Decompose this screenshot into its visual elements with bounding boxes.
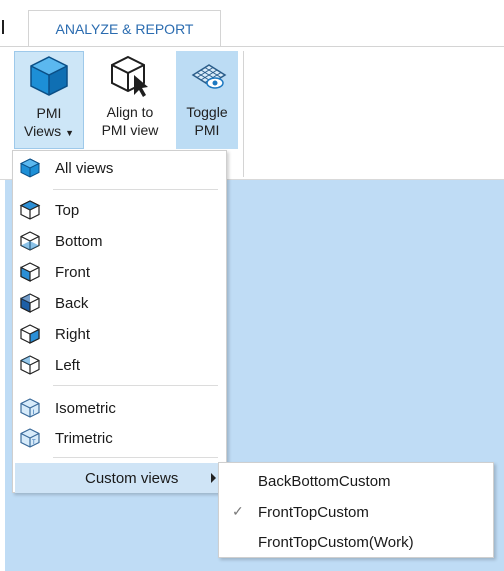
trimetric-label: Trimetric bbox=[55, 429, 113, 447]
menu-item-custom-views[interactable]: Custom views bbox=[15, 463, 224, 493]
right-label: Right bbox=[55, 325, 91, 343]
menu-item-right[interactable]: Right bbox=[15, 319, 224, 349]
menu-separator bbox=[53, 189, 218, 190]
front-view-cube-icon bbox=[20, 262, 40, 282]
toggle-pmi-button[interactable]: Toggle PMI bbox=[176, 51, 238, 149]
trimetric-cube-icon: T bbox=[20, 428, 40, 448]
right-view-cube-icon bbox=[20, 324, 40, 344]
top-view-cube-icon bbox=[19, 200, 41, 220]
front-label: Front bbox=[55, 263, 91, 281]
custom-views-label: Custom views bbox=[85, 469, 179, 487]
menu-separator bbox=[53, 385, 218, 386]
dropdown-caret-icon: ▼ bbox=[65, 128, 74, 138]
menu-item-all-views[interactable]: All views bbox=[15, 153, 224, 183]
toggle-label-2: PMI bbox=[194, 122, 220, 138]
menu-item-left[interactable]: Left bbox=[15, 350, 224, 380]
align-label-2: PMI view bbox=[101, 122, 159, 138]
fronttopcustom-work-label: FrontTopCustom(Work) bbox=[258, 533, 414, 551]
left-view-cube-icon bbox=[20, 355, 40, 375]
pmi-views-button[interactable]: PMI Views ▼ bbox=[14, 51, 84, 149]
custom-views-submenu: BackBottomCustom ✓ FrontTopCustom FrontT… bbox=[218, 462, 494, 558]
menu-separator bbox=[53, 457, 218, 458]
pmi-views-label-1: PMI bbox=[36, 105, 62, 121]
all-views-label: All views bbox=[55, 159, 114, 177]
menu-item-top[interactable]: Top bbox=[15, 195, 224, 225]
checkmark-icon: ✓ bbox=[232, 503, 244, 519]
tab-analyze-report[interactable]: ANALYZE & REPORT bbox=[28, 10, 221, 47]
back-label: Back bbox=[55, 294, 89, 312]
menu-item-back[interactable]: Back bbox=[15, 288, 224, 318]
pmi-views-label-2: Views bbox=[23, 123, 62, 139]
tab-bar: ANALYZE & REPORT bbox=[0, 0, 504, 47]
app-window: ANALYZE & REPORT PMI Views ▼ Align to PM… bbox=[0, 0, 504, 571]
svg-text:T: T bbox=[32, 440, 36, 446]
submenu-item-backbottomcustom[interactable]: BackBottomCustom bbox=[220, 466, 492, 496]
menu-item-bottom[interactable]: Bottom bbox=[15, 226, 224, 256]
tab-edge bbox=[2, 20, 4, 34]
blue-cube-icon bbox=[30, 56, 68, 96]
bottom-label: Bottom bbox=[55, 232, 103, 250]
bottom-view-cube-icon bbox=[20, 231, 40, 251]
pmi-views-menu: All views Top Bottom Front Back Right Le… bbox=[12, 150, 227, 493]
align-to-pmi-view-button[interactable]: Align to PMI view bbox=[90, 51, 170, 149]
align-label-1: Align to bbox=[106, 104, 154, 120]
fronttopcustom-label: FrontTopCustom bbox=[258, 503, 369, 521]
menu-item-trimetric[interactable]: T Trimetric bbox=[15, 423, 224, 453]
isometric-cube-icon: I bbox=[20, 398, 40, 418]
submenu-arrow-icon bbox=[211, 473, 216, 483]
toggle-label-1: Toggle bbox=[186, 104, 228, 120]
pmi-views-label-2-row: Views ▼ bbox=[24, 122, 74, 142]
cube-cursor-icon bbox=[111, 55, 148, 97]
back-view-cube-icon bbox=[20, 293, 40, 313]
submenu-item-fronttopcustom-work[interactable]: FrontTopCustom(Work) bbox=[220, 527, 492, 557]
submenu-item-fronttopcustom[interactable]: ✓ FrontTopCustom bbox=[220, 497, 492, 527]
backbottomcustom-label: BackBottomCustom bbox=[258, 472, 391, 490]
menu-item-isometric[interactable]: I Isometric bbox=[15, 393, 224, 423]
pmi-plane-icon bbox=[191, 64, 227, 89]
isometric-label: Isometric bbox=[55, 399, 116, 417]
ribbon-group-separator bbox=[243, 51, 244, 177]
top-label: Top bbox=[55, 201, 80, 219]
all-views-cube-icon bbox=[19, 158, 41, 178]
left-label: Left bbox=[55, 356, 81, 374]
menu-item-front[interactable]: Front bbox=[15, 257, 224, 287]
